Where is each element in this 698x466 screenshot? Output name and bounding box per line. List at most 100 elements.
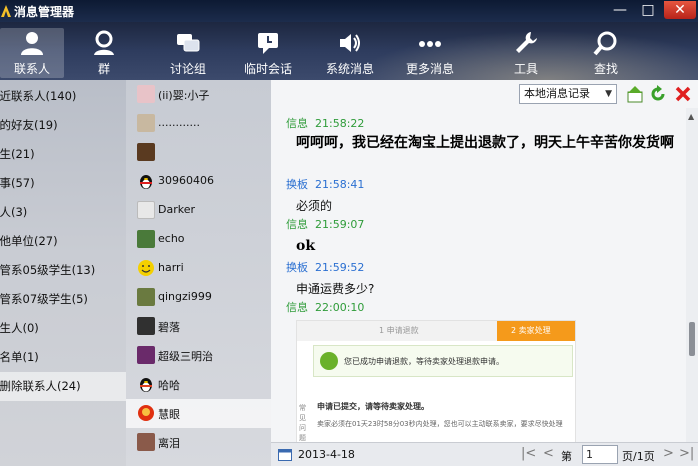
chevron-down-icon: ▼: [605, 89, 612, 99]
contact-name: (ii)婴:小子: [158, 89, 210, 102]
category-other-units[interactable]: 其他单位(27): [0, 227, 114, 256]
contact-name: 离泪: [158, 437, 180, 450]
message-sender: 信息: [286, 117, 308, 130]
avatar: [137, 346, 155, 364]
screenshot-image[interactable]: 1 申请退款 2 卖家处理 您已成功申请退款，等待卖家处理退款申请。 常见问题 …: [296, 320, 576, 442]
tab-contacts[interactable]: 联系人: [0, 28, 64, 78]
chat-header: 本地消息记录 ▼: [271, 80, 698, 108]
main-toolbar: 联系人 群 讨论组 临时会话 系统消息 更多消息 工具 查找: [0, 22, 698, 80]
message-sender: 换板: [286, 178, 308, 191]
next-page-icon[interactable]: >: [663, 446, 674, 461]
contact-name: 哈哈: [158, 379, 180, 392]
group-icon: [94, 30, 114, 55]
message-sender: 信息: [286, 218, 308, 231]
message-meta: 信息 21:59:07: [286, 216, 364, 232]
chat-scrollbar[interactable]: ▲: [686, 108, 698, 442]
contact-name: 超级三明治: [158, 350, 213, 363]
contact-item-selected[interactable]: 慧眼: [126, 399, 271, 428]
status-heading: 申请已提交，请等待卖家处理。: [317, 402, 429, 411]
app-logo-icon: [1, 5, 11, 17]
check-icon: [320, 352, 338, 370]
message-text: ok: [296, 238, 316, 254]
category-deleted[interactable]: 已删除联系人(24): [0, 372, 126, 401]
tab-tools[interactable]: 工具: [496, 28, 556, 78]
window-title: 消息管理器: [14, 5, 75, 19]
tab-more-messages[interactable]: 更多消息: [400, 28, 460, 78]
tab-temp-chat[interactable]: 临时会话: [238, 28, 298, 78]
status-detail: 卖家必须在01天23时58分03秒内处理，您也可以主动联系卖家，要求尽快处理: [317, 420, 563, 428]
contact-item[interactable]: (ii)婴:小子: [126, 80, 271, 109]
contact-item[interactable]: qingzi999: [126, 283, 271, 312]
category-blacklist[interactable]: 黑名单(1): [0, 343, 114, 372]
message-meta: 信息 22:00:10: [286, 299, 364, 315]
date-label[interactable]: 2013-4-18: [298, 448, 355, 461]
category-family[interactable]: 家人(3): [0, 198, 114, 227]
smiley-avatar-icon: [138, 260, 154, 276]
contact-item[interactable]: [126, 138, 271, 167]
contact-list: (ii)婴:小子 ............ 30960406 Darker ec…: [126, 80, 271, 466]
contact-item[interactable]: 离泪: [126, 428, 271, 457]
scroll-up-icon[interactable]: ▲: [688, 112, 694, 121]
contact-item[interactable]: 碧落: [126, 312, 271, 341]
scroll-thumb[interactable]: [689, 322, 695, 356]
step-seller: 2 卖家处理: [497, 321, 575, 341]
history-source-select[interactable]: 本地消息记录 ▼: [519, 84, 617, 104]
prev-page-icon[interactable]: <: [543, 446, 554, 461]
contact-item[interactable]: echo: [126, 225, 271, 254]
page-input[interactable]: 1: [582, 445, 618, 464]
tab-search[interactable]: 查找: [576, 28, 636, 78]
first-page-icon[interactable]: |<: [521, 446, 536, 461]
search-icon: [593, 31, 617, 56]
maximize-button[interactable]: □: [634, 1, 662, 19]
page-prefix: 第: [561, 450, 572, 463]
message-time: 21:59:52: [315, 261, 365, 274]
contact-item[interactable]: 哈哈: [126, 370, 271, 399]
tab-discussion-label: 讨论组: [169, 62, 206, 76]
category-class-07[interactable]: 教管系07级学生(5): [0, 285, 114, 314]
message-time: 21:58:22: [315, 117, 365, 130]
contact-item[interactable]: harri: [126, 254, 271, 283]
category-strangers[interactable]: 陌生人(0): [0, 314, 114, 343]
category-colleagues[interactable]: 同事(57): [0, 169, 114, 198]
person-icon: [21, 32, 43, 55]
tab-search-label: 查找: [593, 62, 618, 76]
message-meta: 信息 21:58:22: [286, 115, 364, 131]
refresh-icon[interactable]: [649, 85, 667, 103]
message-time: 21:58:41: [315, 178, 365, 191]
refund-steps: 1 申请退款 2 卖家处理: [297, 321, 575, 341]
tab-system-messages[interactable]: 系统消息: [320, 28, 380, 78]
category-class-05[interactable]: 教管系05级学生(13): [0, 256, 114, 285]
contact-item[interactable]: 30960406: [126, 167, 271, 196]
category-friends[interactable]: 我的好友(19): [0, 111, 114, 140]
minimize-button[interactable]: —: [606, 1, 634, 19]
tab-system-messages-label: 系统消息: [325, 62, 374, 76]
faq-label: 常见问题: [299, 404, 306, 442]
message-sender: 换板: [286, 261, 308, 274]
delete-icon[interactable]: [674, 85, 692, 103]
category-list: 最近联系人(140) 我的好友(19) 学生(21) 同事(57) 家人(3) …: [0, 80, 126, 466]
message-text: 必须的: [296, 199, 333, 213]
contact-item[interactable]: 超级三明治: [126, 341, 271, 370]
title-bar: 消息管理器 — □ ✕: [0, 0, 698, 22]
tab-contacts-label: 联系人: [13, 62, 50, 76]
success-notice: 您已成功申请退款，等待卖家处理退款申请。: [313, 345, 573, 377]
calendar-icon[interactable]: [278, 448, 292, 461]
contact-name: ............: [158, 116, 200, 129]
last-page-icon[interactable]: >|: [679, 446, 694, 461]
tab-temp-chat-label: 临时会话: [243, 62, 292, 76]
step-apply: 1 申请退款: [379, 326, 419, 335]
export-icon[interactable]: [626, 85, 644, 103]
contact-item[interactable]: Darker: [126, 196, 271, 225]
contact-name: qingzi999: [158, 290, 212, 303]
category-students[interactable]: 学生(21): [0, 140, 114, 169]
message-time: 22:00:10: [315, 301, 365, 314]
tab-groups[interactable]: 群: [74, 28, 134, 78]
category-recent[interactable]: 最近联系人(140): [0, 82, 114, 111]
message-sender: 信息: [286, 301, 308, 314]
contact-item[interactable]: ............: [126, 109, 271, 138]
tab-discussion[interactable]: 讨论组: [158, 28, 218, 78]
penguin-avatar-icon: [140, 378, 152, 392]
close-button[interactable]: ✕: [664, 1, 696, 19]
contact-name: 碧落: [158, 321, 180, 334]
contact-name: 慧眼: [158, 408, 180, 421]
